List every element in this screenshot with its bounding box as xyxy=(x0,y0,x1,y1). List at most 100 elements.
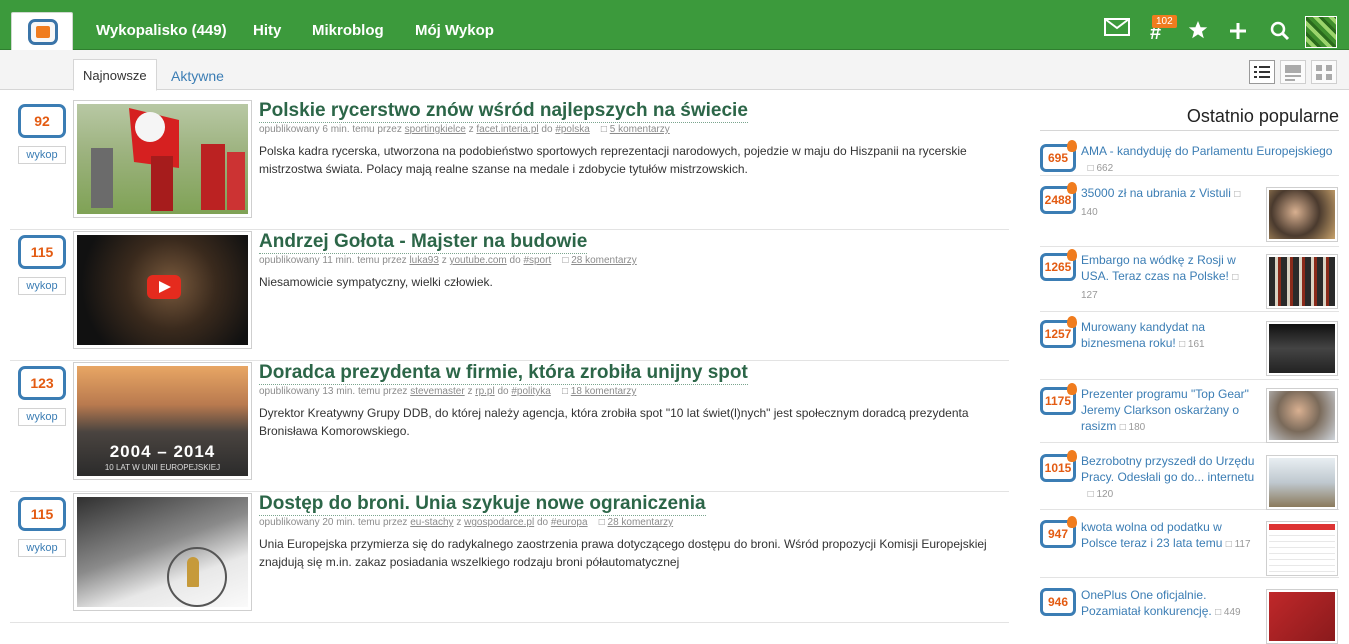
nav-mikroblog[interactable]: Mikroblog xyxy=(312,22,384,39)
comment-count: □ 180 xyxy=(1119,422,1146,433)
popular-item[interactable]: 695 AMA - kandyduję do Parlamentu Europe… xyxy=(1040,140,1339,176)
source-link[interactable]: youtube.com xyxy=(449,255,506,266)
popular-item[interactable]: 1265 Embargo na wódkę z Rosji w USA. Ter… xyxy=(1040,249,1339,312)
entry-title[interactable]: Dostęp do broni. Unia szykuje nowe ogran… xyxy=(259,493,706,516)
link-entry: 115 wykop Andrzej Gołota - Majster na bu… xyxy=(10,231,1009,361)
sidebar-divider xyxy=(1040,130,1339,131)
hot-flame-icon xyxy=(1067,249,1077,261)
popular-thumbnail[interactable] xyxy=(1266,254,1338,309)
entry-thumbnail[interactable] xyxy=(73,231,252,349)
comment-icon: □ xyxy=(561,386,569,397)
popular-title[interactable]: Prezenter programu "Top Gear" Jeremy Cla… xyxy=(1081,386,1249,436)
plus-icon[interactable] xyxy=(1229,22,1247,45)
comment-icon: □ xyxy=(600,124,607,135)
popular-vote-count[interactable]: 946 xyxy=(1040,588,1076,616)
comments-link[interactable]: 5 komentarzy xyxy=(610,124,670,135)
popular-thumbnail[interactable] xyxy=(1266,388,1338,443)
entry-meta: opublikowany 20 min. temu przez eu-stach… xyxy=(259,517,674,528)
entry-meta: opublikowany 13 min. temu przez stevemas… xyxy=(259,386,637,397)
thumbnail-subcaption: 10 LAT W UNII EUROPEJSKIEJ xyxy=(104,463,221,472)
vote-count[interactable]: 92 xyxy=(18,104,66,138)
comment-count: 127 xyxy=(1081,290,1098,301)
nav-wykopalisko[interactable]: Wykopalisko (449) xyxy=(96,22,227,39)
entry-title[interactable]: Polskie rycerstwo znów wśród najlepszych… xyxy=(259,100,748,123)
thumbnail-caption: 2004 – 2014 xyxy=(109,442,216,461)
tag-link[interactable]: #europa xyxy=(551,517,588,528)
popular-item[interactable]: 1257 Murowany kandydat na biznesmena rok… xyxy=(1040,316,1339,380)
comments-link[interactable]: 28 komentarzy xyxy=(608,517,674,528)
entry-meta: opublikowany 11 min. temu przez luka93 z… xyxy=(259,255,637,266)
wykop-button[interactable]: wykop xyxy=(18,277,66,295)
popular-title[interactable]: Bezrobotny przyszedł do Urzędu Pracy. Od… xyxy=(1081,453,1254,503)
tab-aktywne[interactable]: Aktywne xyxy=(171,68,224,84)
entry-thumbnail[interactable] xyxy=(73,493,252,611)
comment-count: □ 120 xyxy=(1087,489,1114,500)
hot-flame-icon xyxy=(1067,516,1077,528)
popular-item[interactable]: 2488 35000 zł na ubrania z Vistuli □ 140 xyxy=(1040,182,1339,247)
author-link[interactable]: stevemaster xyxy=(410,386,464,397)
wykop-button[interactable]: wykop xyxy=(18,146,66,164)
entry-description: Polska kadra rycerska, utworzona na podo… xyxy=(259,144,967,176)
entry-title[interactable]: Andrzej Gołota - Majster na budowie xyxy=(259,231,588,254)
popular-title[interactable]: kwota wolna od podatku w Polsce teraz i … xyxy=(1081,519,1251,553)
popular-item[interactable]: 947 kwota wolna od podatku w Polsce tera… xyxy=(1040,516,1339,578)
comment-count: □ 117 xyxy=(1225,539,1251,550)
search-icon[interactable] xyxy=(1270,21,1290,46)
popular-item[interactable]: 1175 Prezenter programu "Top Gear" Jerem… xyxy=(1040,383,1339,443)
comment-count: 140 xyxy=(1081,207,1098,218)
list-view-icon[interactable] xyxy=(1249,60,1275,84)
popular-thumbnail[interactable] xyxy=(1266,187,1338,242)
popular-thumbnail[interactable] xyxy=(1266,521,1338,576)
popular-title[interactable]: Embargo na wódkę z Rosji w USA. Teraz cz… xyxy=(1081,252,1238,304)
author-link[interactable]: eu-stachy xyxy=(410,517,453,528)
tab-najnowsze[interactable]: Najnowsze xyxy=(73,59,157,91)
popular-title[interactable]: Murowany kandydat na biznesmena roku! □ … xyxy=(1081,319,1205,353)
vote-count[interactable]: 123 xyxy=(18,366,66,400)
comment-icon: □ xyxy=(562,255,569,266)
popular-thumbnail[interactable] xyxy=(1266,455,1338,510)
tag-link[interactable]: #polityka xyxy=(511,386,550,397)
comments-link[interactable]: 18 komentarzy xyxy=(571,386,637,397)
tabs-bar: Najnowsze Aktywne xyxy=(0,50,1349,91)
popular-thumbnail[interactable] xyxy=(1266,589,1338,644)
top-navigation-bar: Wykopalisko (449) Hity Mikroblog Mój Wyk… xyxy=(0,0,1349,50)
source-link[interactable]: rp.pl xyxy=(475,386,494,397)
thumb-view-icon[interactable] xyxy=(1280,60,1306,84)
hot-flame-icon xyxy=(1067,140,1077,152)
entry-thumbnail[interactable]: 2004 – 2014 10 LAT W UNII EUROPEJSKIEJ xyxy=(73,362,252,480)
nav-hity[interactable]: Hity xyxy=(253,22,281,39)
wykop-button[interactable]: wykop xyxy=(18,408,66,426)
source-link[interactable]: wgospodarce.pl xyxy=(464,517,534,528)
popular-title[interactable]: AMA - kandyduję do Parlamentu Europejski… xyxy=(1081,143,1332,177)
entry-time: opublikowany 6 min. temu przez xyxy=(259,124,402,135)
tag-link[interactable]: #polska xyxy=(555,124,589,135)
wykop-logo[interactable] xyxy=(28,19,58,45)
vote-count[interactable]: 115 xyxy=(18,235,66,269)
author-link[interactable]: sportingkielce xyxy=(405,124,466,135)
comment-icon: □ xyxy=(598,517,605,528)
comments-link[interactable]: 28 komentarzy xyxy=(571,255,637,266)
popular-item[interactable]: 1015 Bezrobotny przyszedł do Urzędu Prac… xyxy=(1040,450,1339,510)
popular-thumbnail[interactable] xyxy=(1266,321,1338,376)
wykop-button[interactable]: wykop xyxy=(18,539,66,557)
comment-count: □ 662 xyxy=(1087,163,1114,174)
source-link[interactable]: facet.interia.pl xyxy=(476,124,538,135)
logo-tab[interactable] xyxy=(11,12,73,50)
notification-badge: 102 xyxy=(1152,15,1177,28)
popular-title[interactable]: 35000 zł na ubrania z Vistuli □ 140 xyxy=(1081,185,1240,221)
comment-count: □ 161 xyxy=(1179,339,1205,350)
popular-item[interactable]: 946 OnePlus One oficjalnie. Pozamiatał k… xyxy=(1040,584,1339,644)
star-icon[interactable] xyxy=(1188,20,1208,45)
entry-description: Unia Europejska przymierza się do radyka… xyxy=(259,537,987,569)
author-link[interactable]: luka93 xyxy=(409,255,438,266)
mail-icon[interactable] xyxy=(1104,18,1130,41)
entry-thumbnail[interactable] xyxy=(73,100,252,218)
entry-title[interactable]: Doradca prezydenta w firmie, która zrobi… xyxy=(259,362,748,385)
nav-moj-wykop[interactable]: Mój Wykop xyxy=(415,22,494,39)
entry-description: Niesamowicie sympatyczny, wielki człowie… xyxy=(259,275,493,289)
tag-link[interactable]: #sport xyxy=(523,255,551,266)
grid-view-icon[interactable] xyxy=(1311,60,1337,84)
entry-time: opublikowany 11 min. temu przez xyxy=(259,255,407,266)
user-avatar[interactable] xyxy=(1305,16,1337,48)
vote-count[interactable]: 115 xyxy=(18,497,66,531)
